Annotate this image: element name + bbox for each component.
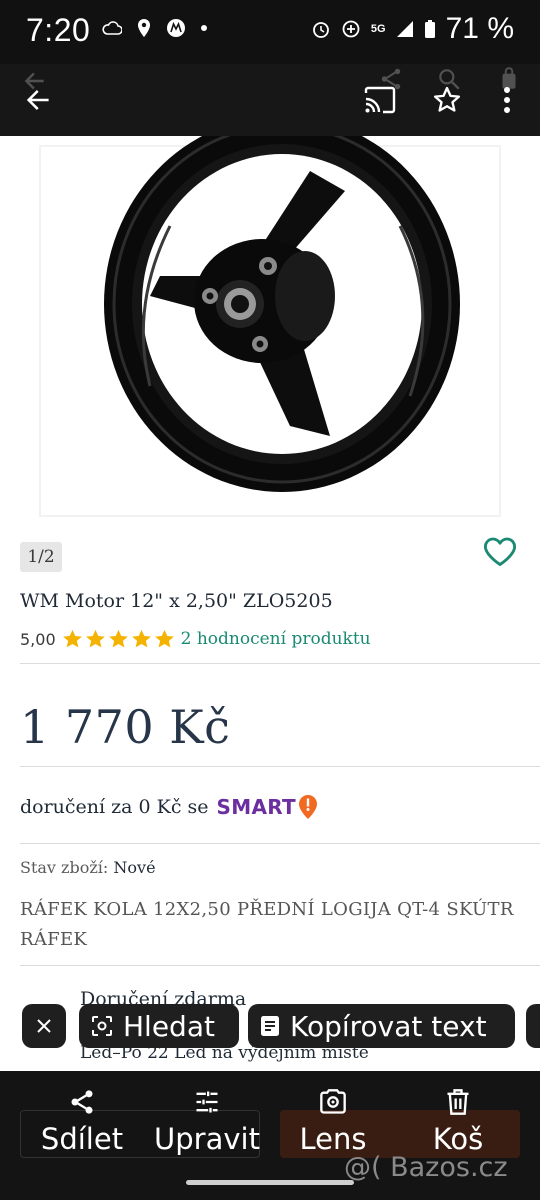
- dot-icon: [201, 25, 207, 31]
- heart-outline-icon: [484, 537, 516, 566]
- arrow-left-icon: [26, 90, 49, 110]
- share-action-label: Sdílet: [40, 1122, 124, 1156]
- more-vert-icon: [504, 87, 510, 113]
- status-system-icons: 5G 71 %: [311, 12, 514, 46]
- close-icon: [37, 1019, 51, 1033]
- smart-brand-text: SMART: [216, 795, 296, 819]
- more-menu-button[interactable]: [485, 78, 529, 122]
- status-bar: 7:20 5G 71 %: [0, 0, 540, 64]
- item-condition: Stav zboží: Nové: [20, 858, 156, 877]
- divider: [20, 965, 540, 966]
- rating-row: 5,00 2 hodnocení produktu: [20, 629, 371, 649]
- divider: [20, 663, 540, 664]
- product-title: WM Motor 12" x 2,50" ZLO5205: [20, 590, 333, 612]
- selection-close-button[interactable]: [22, 1004, 66, 1048]
- edit-action[interactable]: Upravit: [148, 1088, 266, 1156]
- tune-icon: [196, 1091, 218, 1113]
- copy-text-label: Kopírovat text: [290, 1009, 487, 1043]
- star-outline-icon: [433, 86, 461, 112]
- watermark: @( Bazos.cz: [344, 1152, 508, 1183]
- star-filled-icon: [62, 629, 82, 648]
- condition-value: Nové: [113, 858, 156, 877]
- cast-button[interactable]: [358, 78, 402, 122]
- lens-icon: [320, 1089, 346, 1114]
- network-type: 5G: [370, 23, 386, 35]
- selection-overflow-chip[interactable]: [526, 1004, 540, 1048]
- edit-action-label: Upravit: [154, 1122, 260, 1156]
- product-description: RÁFEK KOLA 12X2,50 PŘEDNÍ LOGIJA QT-4 SK…: [20, 899, 514, 950]
- delete-action[interactable]: Koš: [424, 1088, 492, 1156]
- divider: [20, 843, 540, 844]
- star-filled-icon: [85, 629, 105, 648]
- data-saver-icon: [342, 20, 360, 38]
- smart-logo: SMART: [217, 794, 318, 820]
- rating-count-link[interactable]: 2 hodnocení produktu: [181, 629, 371, 649]
- search-selection-button[interactable]: Hledat: [79, 1004, 239, 1048]
- cloud-icon: [102, 21, 122, 35]
- rating-stars: [62, 629, 175, 649]
- document-icon: [261, 1016, 279, 1036]
- share-icon: [71, 1090, 93, 1114]
- add-to-favorites-button[interactable]: [482, 534, 520, 572]
- back-button[interactable]: [16, 78, 60, 122]
- delivery-text: doručení za 0 Kč se: [20, 796, 209, 818]
- search-selection-label: Hledat: [123, 1009, 215, 1043]
- lens-action[interactable]: Lens: [294, 1088, 372, 1156]
- cast-icon: [364, 86, 396, 114]
- star-filled-icon: [131, 629, 151, 648]
- image-counter: 1/2: [20, 542, 62, 572]
- delivery-info[interactable]: doručení za 0 Kč se SMART: [20, 794, 318, 820]
- lens-action-label: Lens: [299, 1122, 367, 1156]
- smart-pin-icon: [298, 795, 317, 819]
- trash-icon: [447, 1089, 469, 1115]
- app-bar: [0, 64, 540, 136]
- motorola-icon: [167, 19, 185, 37]
- divider: [20, 766, 540, 767]
- home-indicator[interactable]: [186, 1180, 354, 1185]
- favorite-star-button[interactable]: [425, 78, 469, 122]
- share-action[interactable]: Sdílet: [36, 1088, 128, 1156]
- wheel-rim-image: [39, 136, 501, 517]
- rating-value: 5,00: [20, 629, 56, 649]
- product-price: 1 770 Kč: [20, 700, 231, 754]
- lens-search-icon: [92, 1016, 112, 1036]
- battery-percent: 71 %: [445, 12, 514, 45]
- location-icon: [138, 19, 150, 37]
- status-notification-icons: [102, 18, 208, 38]
- star-filled-icon: [108, 629, 128, 648]
- status-time: 7:20: [26, 12, 91, 48]
- signal-icon: [396, 21, 413, 37]
- condition-label: Stav zboží:: [20, 858, 109, 877]
- star-filled-icon: [154, 629, 174, 648]
- battery-icon: [424, 20, 435, 38]
- alarm-icon: [313, 22, 329, 38]
- product-image[interactable]: [0, 136, 540, 532]
- copy-text-button[interactable]: Kopírovat text: [248, 1004, 515, 1048]
- delete-action-label: Koš: [432, 1122, 484, 1156]
